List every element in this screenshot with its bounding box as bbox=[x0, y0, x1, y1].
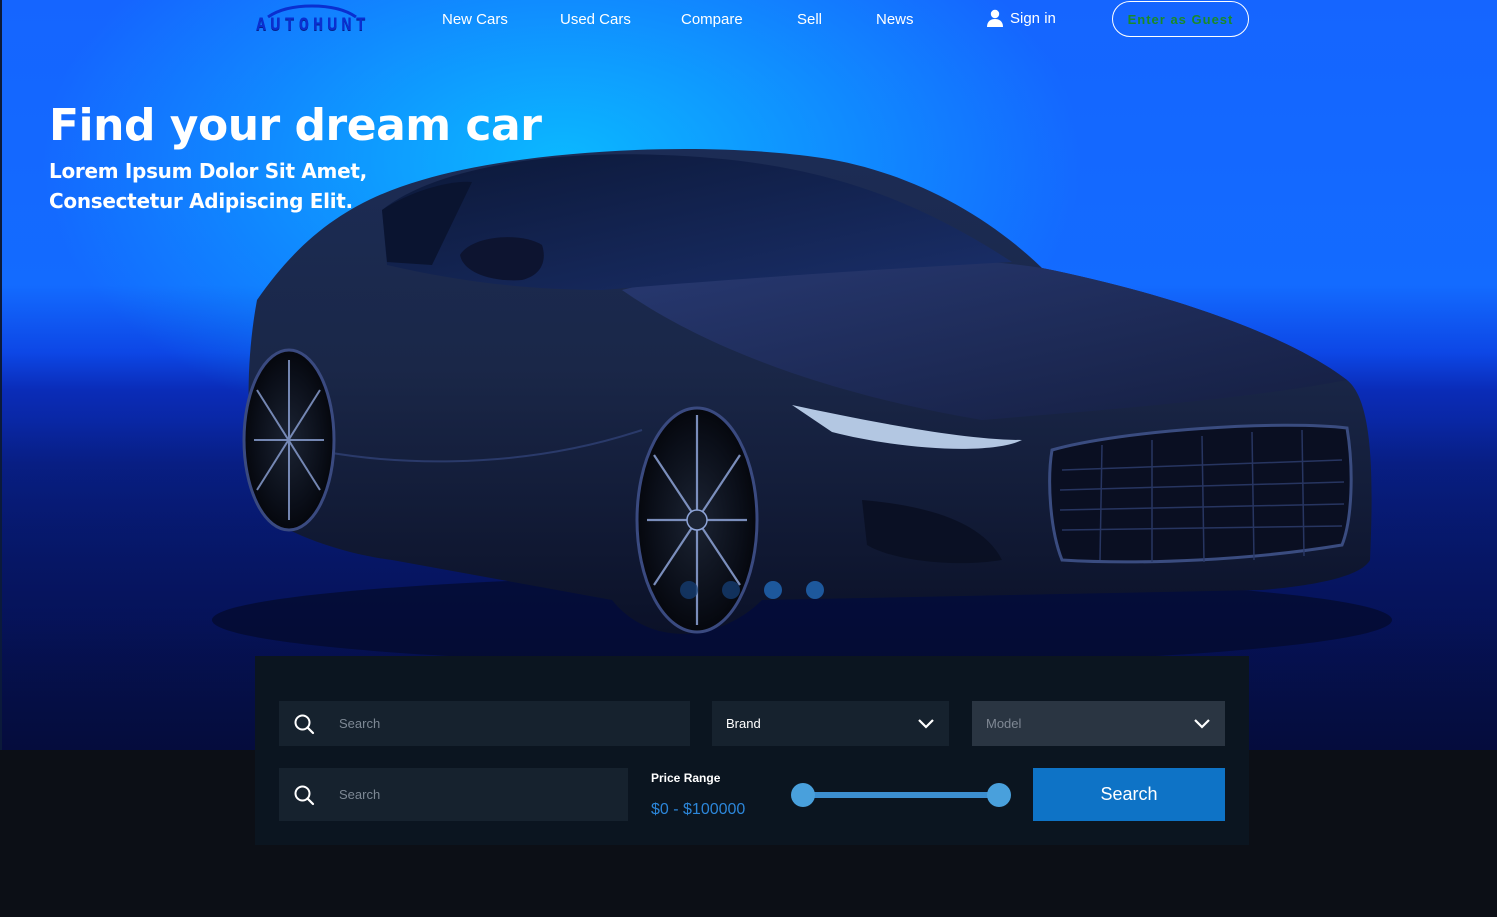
nav-link-news[interactable]: News bbox=[876, 11, 914, 28]
nav-link-compare[interactable]: Compare bbox=[681, 11, 743, 28]
price-slider-track bbox=[802, 792, 1000, 798]
hero-subtitle-line-2: Consectetur Adipiscing Elit. bbox=[49, 189, 353, 213]
search-icon bbox=[294, 714, 315, 734]
search-placeholder-secondary: Search bbox=[339, 787, 381, 802]
hero-subtitle-line-1: Lorem Ipsum Dolor Sit Amet, bbox=[49, 159, 367, 183]
search-button[interactable]: Search bbox=[1033, 768, 1225, 821]
carousel-dot-2[interactable] bbox=[722, 581, 740, 599]
nav-link-sell[interactable]: Sell bbox=[797, 11, 822, 28]
model-select[interactable]: Model bbox=[972, 701, 1225, 746]
carousel-dot-1[interactable] bbox=[680, 581, 698, 599]
search-panel: Search Brand Model Search Price Range $0… bbox=[255, 656, 1249, 845]
price-range-slider[interactable] bbox=[791, 782, 1011, 808]
model-select-value: Model bbox=[986, 716, 1022, 731]
site-logo[interactable]: AUTOHUNT bbox=[256, 4, 368, 36]
top-navigation: AUTOHUNT New Cars Used Cars Compare Sell… bbox=[0, 0, 1497, 40]
nav-link-used-cars[interactable]: Used Cars bbox=[560, 11, 631, 28]
enter-as-guest-button[interactable]: Enter as Guest bbox=[1112, 1, 1249, 37]
chevron-down-icon bbox=[1194, 718, 1210, 729]
sign-in-label: Sign in bbox=[1010, 9, 1056, 27]
brand-select[interactable]: Brand bbox=[712, 701, 949, 746]
price-slider-min-handle[interactable] bbox=[791, 783, 815, 807]
search-placeholder-primary: Search bbox=[339, 716, 381, 731]
chevron-down-icon bbox=[918, 718, 934, 729]
brand-select-value: Brand bbox=[726, 716, 761, 731]
hero-title: Find your dream car bbox=[49, 100, 542, 151]
hero-subtitle: Lorem Ipsum Dolor Sit Amet, Consectetur … bbox=[49, 156, 367, 216]
carousel-dot-3[interactable] bbox=[764, 581, 782, 599]
price-range-label: Price Range bbox=[651, 771, 721, 785]
logo-text: AUTOHUNT bbox=[256, 15, 370, 35]
user-icon bbox=[987, 9, 1003, 27]
price-slider-max-handle[interactable] bbox=[987, 783, 1011, 807]
sign-in-link[interactable]: Sign in bbox=[986, 9, 1056, 27]
search-input-secondary[interactable]: Search bbox=[279, 768, 628, 821]
search-icon bbox=[294, 785, 315, 805]
nav-link-new-cars[interactable]: New Cars bbox=[442, 11, 508, 28]
carousel-dot-4[interactable] bbox=[806, 581, 824, 599]
price-range-value: $0 - $100000 bbox=[651, 801, 746, 818]
carousel-indicators bbox=[680, 581, 824, 599]
search-input-primary[interactable]: Search bbox=[279, 701, 690, 746]
